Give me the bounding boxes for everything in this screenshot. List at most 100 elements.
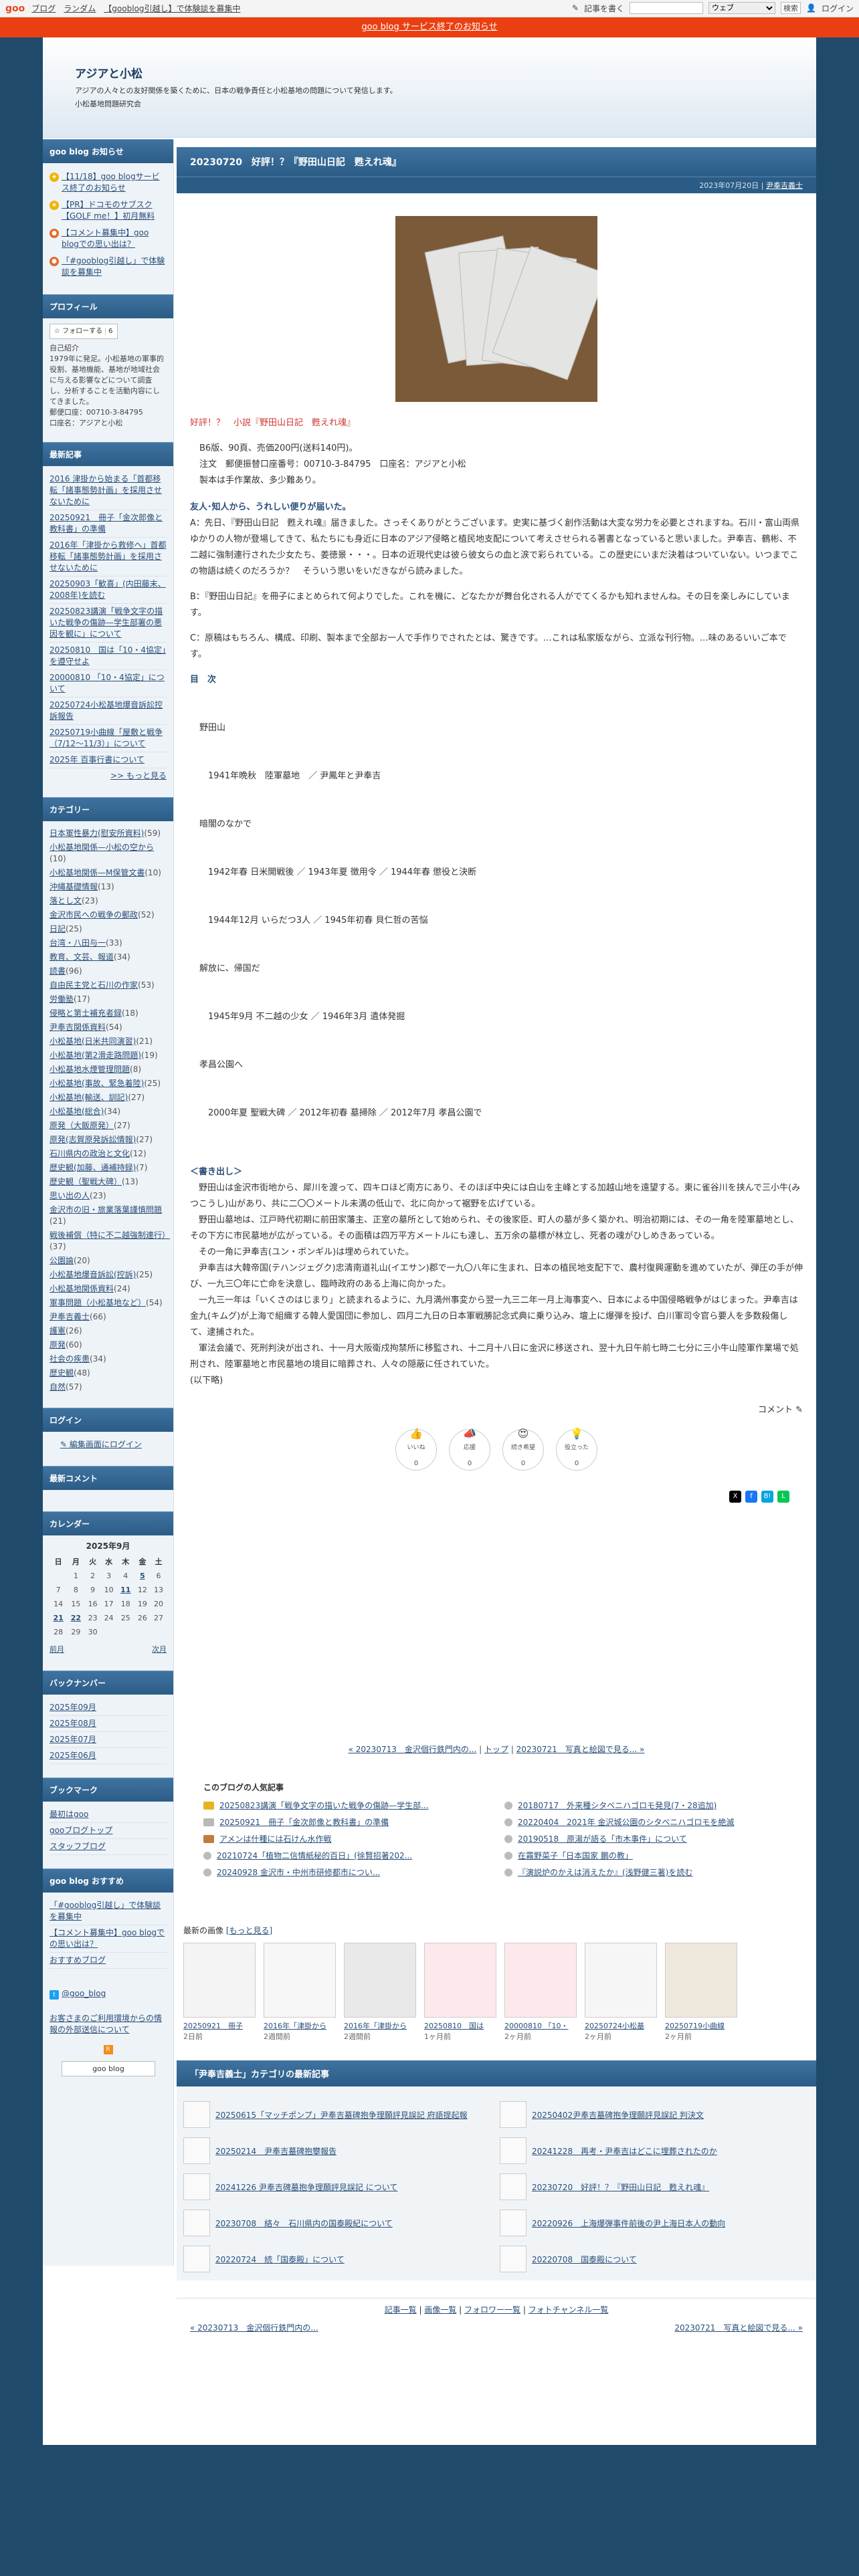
footer-next-link[interactable]: 20230721 写真と絵図で見る... » (674, 2322, 803, 2333)
category-link[interactable]: 公園論 (50, 1255, 74, 1267)
category-link[interactable]: 小松基地(日米共同演習) (50, 1035, 136, 1047)
booklet-photo[interactable] (395, 216, 597, 402)
category-link[interactable]: 小松基地関係—M保管文書 (50, 867, 145, 879)
popular-link[interactable]: アメンは什種には石けん水作戦 (219, 1833, 331, 1844)
category-item[interactable]: 歴史観（聖戦大碑）(13) (50, 1175, 167, 1189)
recent-image-title[interactable]: 20250724小松基 (585, 2020, 657, 2031)
reaction-want-more[interactable]: 😍 続き希望 0 (502, 1428, 544, 1471)
category-link[interactable]: 読書 (50, 965, 66, 977)
category-item[interactable]: 戦後補償（特に不二越強制連行）(37) (50, 1228, 170, 1254)
reaction-like[interactable]: 👍 いいね 0 (395, 1428, 437, 1471)
category-link[interactable]: 教育、文芸、報道 (50, 951, 114, 963)
recent-images-more-link[interactable]: [もっと見る] (226, 1926, 272, 1935)
category-recent-link[interactable]: 20250402尹奉吉墓碑抱争理願評見誤記 判決文 (532, 2109, 704, 2121)
blog-title[interactable]: アジアと小松 (75, 64, 816, 81)
thumbnail-image[interactable] (504, 1943, 577, 2018)
category-recent-item[interactable]: 20250615「マッチポンプ」尹奉吉墓碑抱争理願評見誤記 府語提起報 (183, 2100, 493, 2129)
category-link[interactable]: 原発（大飯原発） (50, 1119, 114, 1132)
category-link[interactable]: 金沢市民への戦争の郵政 (50, 909, 138, 921)
recent-more-link[interactable]: >> もっと見る (50, 768, 167, 784)
category-link[interactable]: 小松基地爆音訴訟(控訴) (50, 1269, 136, 1281)
category-item[interactable]: 日記(25) (50, 922, 167, 936)
category-link[interactable]: 小松基地関係—小松の空から (50, 841, 154, 853)
service-end-notice[interactable]: goo blog サービス終了のお知らせ (0, 17, 859, 37)
image-list-link[interactable]: 画像一覧 (424, 2305, 456, 2315)
category-item[interactable]: 小松基地(輸送、訓記)(27) (50, 1091, 167, 1105)
category-recent-item[interactable]: 20250402尹奉吉墓碑抱争理願評見誤記 判決文 (500, 2100, 809, 2129)
post-article-link[interactable]: 記事を書く (584, 3, 624, 14)
category-item[interactable]: 小松基地関係資料(24) (50, 1282, 167, 1296)
article-thumbnail[interactable] (183, 2101, 210, 2128)
category-link[interactable]: 日記 (50, 923, 66, 935)
recent-article-link[interactable]: 20250903「歓喜」(内田藤末、2008年)を読む (50, 576, 167, 604)
popular-link[interactable]: 20190518 原湯が語る「市木事件」について (518, 1833, 687, 1844)
popular-link[interactable]: 20250823講演「戦争文字の描いた戦争の傷跡—学生部... (219, 1800, 429, 1811)
reaction-cheer[interactable]: 📣 応援 0 (449, 1428, 490, 1471)
recent-article-link[interactable]: 20250719小曲線「屋敷と戦争（7/12〜11/3）」について (50, 725, 167, 752)
follow-button[interactable]: ☆ フォローする 6 (50, 324, 118, 339)
calendar-day[interactable]: 22 (67, 1611, 84, 1625)
hatena-icon[interactable]: B! (761, 1491, 773, 1503)
line-icon[interactable]: L (777, 1491, 789, 1503)
recent-image-title[interactable]: 2016年「津掛から (264, 2020, 336, 2031)
category-link[interactable]: 尹奉吉義士 (50, 1311, 90, 1323)
recommend-link[interactable]: おすすめブログ (50, 1953, 167, 1969)
category-recent-item[interactable]: 20241228 再考・尹奉吉はどこに埋葬されたのか (500, 2136, 809, 2165)
category-recent-link[interactable]: 20250214 尹奉吉墓碑抱攀報告 (215, 2145, 337, 2157)
category-link[interactable]: 小松基地(事故、緊急着陸) (50, 1077, 144, 1089)
recent-image-item[interactable]: 2016年「津掛から 2週間前 (344, 1943, 416, 2042)
category-item[interactable]: 小松基地(日米共同演習)(21) (50, 1035, 167, 1049)
search-input[interactable] (630, 2, 704, 14)
recent-article-link[interactable]: 20250823講演「戦争文字の描いた戦争の傷跡—学生部署の悪因を観に」について (50, 604, 167, 643)
category-item[interactable]: 自由民主党と石川の作家(53) (50, 978, 167, 992)
goo-blog-badge[interactable]: goo blog (62, 2061, 155, 2076)
backnumber-link[interactable]: 2025年06月 (50, 1748, 167, 1764)
article-thumbnail[interactable] (500, 2210, 527, 2236)
article-thumbnail[interactable] (500, 2246, 527, 2272)
bookmark-link[interactable]: gooブログトップ (50, 1823, 167, 1839)
bookmark-link[interactable]: 最初はgoo (50, 1807, 167, 1823)
calendar-day[interactable]: 21 (50, 1611, 67, 1625)
category-link[interactable]: 小松基地(総合) (50, 1105, 104, 1117)
category-link[interactable]: 台湾・八田与一 (50, 937, 106, 949)
search-button[interactable]: 検索 (781, 2, 801, 14)
article-thumbnail[interactable] (183, 2137, 210, 2164)
recent-image-item[interactable]: 20250724小松基 2ヶ月前 (585, 1943, 657, 2042)
x-icon[interactable]: X (729, 1491, 741, 1503)
category-link[interactable]: 護憲 (50, 1325, 66, 1337)
category-link[interactable]: 労働塾 (50, 993, 74, 1005)
category-recent-link[interactable]: 20220724 続「国泰殿」について (215, 2254, 345, 2265)
reaction-helpful[interactable]: 💡 役立った 0 (556, 1428, 597, 1471)
article-thumbnail[interactable] (183, 2173, 210, 2200)
recent-article-link[interactable]: 20250724小松基地爆音訴訟控訴報告 (50, 697, 167, 725)
backnumber-link[interactable]: 2025年07月 (50, 1732, 167, 1748)
category-link[interactable]: 石川県内の政治と文化 (50, 1148, 130, 1160)
category-link[interactable]: 戦後補償（特に不二越強制連行） (50, 1229, 170, 1241)
category-item[interactable]: 金沢市の旧・旅業落葉謹慎問題(21) (50, 1203, 167, 1228)
category-item[interactable]: 軍事問題（小松基地など）(54) (50, 1296, 167, 1310)
recent-article-link[interactable]: 2016 津掛から始まる「首都移転「諸事態勢計画」を採用させないために (50, 471, 167, 510)
recent-article-link[interactable]: 2025年 百事行書について (50, 752, 167, 768)
thumbnail-image[interactable] (424, 1943, 496, 2018)
category-link[interactable]: 小松基地(輸送、訓記) (50, 1091, 128, 1103)
footer-prev-link[interactable]: « 20230713 金沢個行鉄門内の... (190, 2322, 318, 2333)
news-item[interactable]: ★ 【11/18】goo blogサービス終了のお知らせ (50, 169, 167, 197)
thumbnail-image[interactable] (344, 1943, 416, 2018)
category-item[interactable]: 台湾・八田与一(33) (50, 936, 167, 950)
category-recent-link[interactable]: 20241228 再考・尹奉吉はどこに埋葬されたのか (532, 2145, 717, 2157)
recent-image-title[interactable]: 20250810 国は (424, 2020, 496, 2031)
category-recent-link[interactable]: 20241226 尹奉吉碑墓抱争理願評見誤記 について (215, 2181, 397, 2193)
category-link[interactable]: 侵略と第士補充者録 (50, 1007, 122, 1019)
popular-link[interactable]: 在霧野菜子「日本国家 鵬の教」 (518, 1850, 633, 1861)
recent-image-item[interactable]: 20250810 国は 1ヶ月前 (424, 1943, 496, 2042)
photo-channel-link[interactable]: フォトチャンネル一覧 (529, 2305, 609, 2315)
topbar-link-blog[interactable]: ブログ (31, 3, 56, 14)
calendar-next-link[interactable]: 次月 (152, 1642, 167, 1657)
category-item[interactable]: 原発(志賀原発訴訟情報)(27) (50, 1133, 167, 1147)
category-item[interactable]: 小松基地関係—小松の空から(10) (50, 841, 167, 866)
category-recent-item[interactable]: 20250214 尹奉吉墓碑抱攀報告 (183, 2136, 493, 2165)
article-thumbnail[interactable] (183, 2246, 210, 2272)
bookmark-link[interactable]: スタッフブログ (50, 1839, 167, 1855)
topbar-link-campaign[interactable]: 【gooblog引越し】で体験談を募集中 (104, 3, 240, 14)
top-link[interactable]: トップ (484, 1745, 508, 1754)
